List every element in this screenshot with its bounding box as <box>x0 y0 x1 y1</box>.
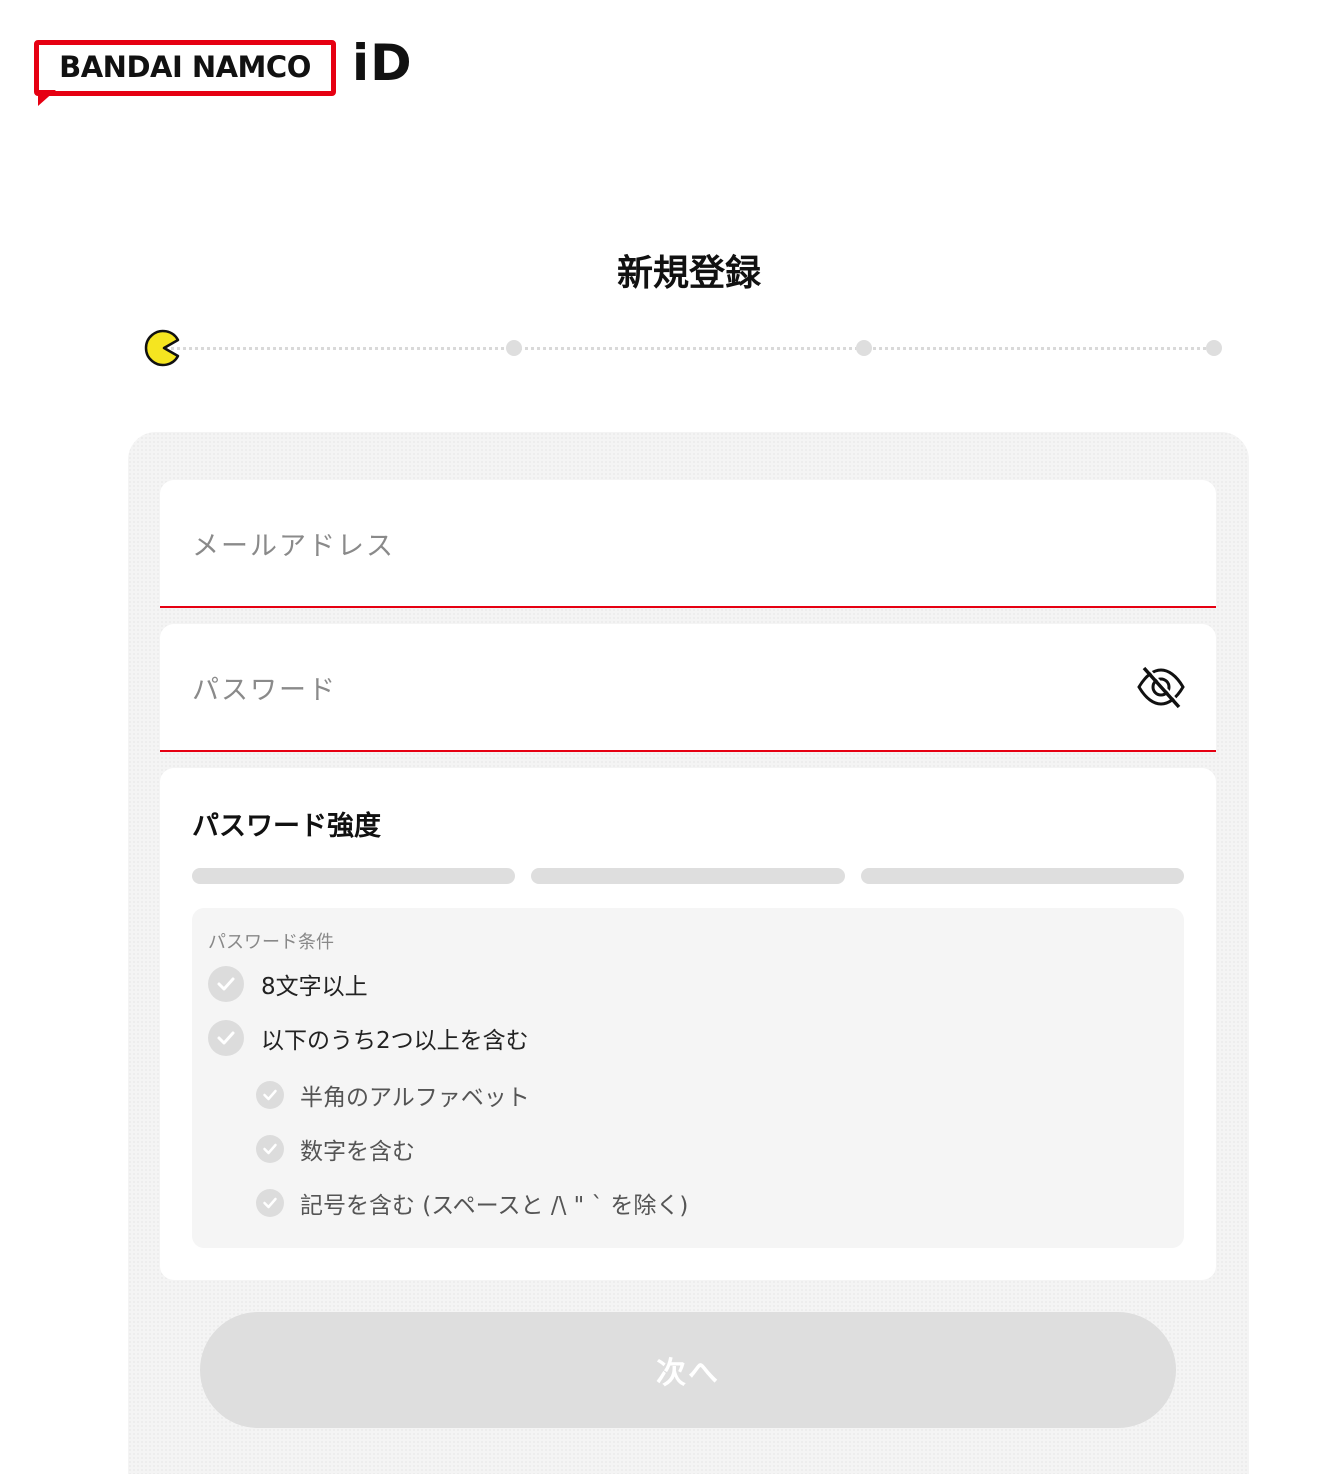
password-field-label: パスワード <box>192 675 337 706</box>
registration-card: メールアドレス パスワード パスワード強度 パスワード条件 8文字以上 以下のう… <box>128 432 1249 1474</box>
check-icon <box>208 1020 244 1056</box>
condition-min-length: 8文字以上 <box>208 966 368 1002</box>
strength-segment-3 <box>861 868 1184 884</box>
check-icon <box>208 966 244 1002</box>
password-field[interactable]: パスワード <box>160 624 1216 752</box>
password-strength-meter <box>192 868 1184 884</box>
check-icon <box>256 1135 284 1163</box>
pacman-progress-icon <box>144 329 180 367</box>
step-dot-2 <box>506 340 522 356</box>
condition-two-or-more: 以下のうち2つ以上を含む <box>208 1020 529 1056</box>
condition-label: 記号を含む (スペースと /\ " ` を除く) <box>300 1193 689 1219</box>
condition-label: 8文字以上 <box>261 974 368 1000</box>
password-strength-panel: パスワード強度 パスワード条件 8文字以上 以下のうち2つ以上を含む 半角のアル… <box>160 768 1216 1280</box>
condition-label: 数字を含む <box>300 1139 415 1165</box>
step-dot-4 <box>1206 340 1222 356</box>
step-dot-3 <box>856 340 872 356</box>
check-icon <box>256 1189 284 1217</box>
condition-label: 半角のアルファベット <box>300 1085 530 1111</box>
password-conditions: パスワード条件 8文字以上 以下のうち2つ以上を含む 半角のアルファベット 数字… <box>192 908 1184 1248</box>
logo-id-text: iD <box>352 34 413 92</box>
condition-symbol: 記号を含む (スペースと /\ " ` を除く) <box>256 1186 688 1220</box>
email-field-label: メールアドレス <box>192 531 395 562</box>
next-button[interactable]: 次へ <box>200 1312 1176 1428</box>
condition-alphabet: 半角のアルファベット <box>256 1078 530 1112</box>
logo-text: BANDAI NAMCO <box>59 50 311 84</box>
check-icon <box>256 1081 284 1109</box>
email-field[interactable]: メールアドレス <box>160 480 1216 608</box>
page-title: 新規登録 <box>616 253 761 294</box>
password-conditions-title: パスワード条件 <box>208 932 334 953</box>
condition-label: 以下のうち2つ以上を含む <box>261 1028 529 1054</box>
strength-segment-2 <box>531 868 845 884</box>
password-strength-title: パスワード強度 <box>192 811 381 842</box>
registration-progress-stepper <box>144 328 1224 368</box>
stepper-line <box>164 347 1214 350</box>
strength-segment-1 <box>192 868 515 884</box>
condition-digit: 数字を含む <box>256 1132 415 1166</box>
eye-slash-icon[interactable] <box>1136 664 1186 710</box>
